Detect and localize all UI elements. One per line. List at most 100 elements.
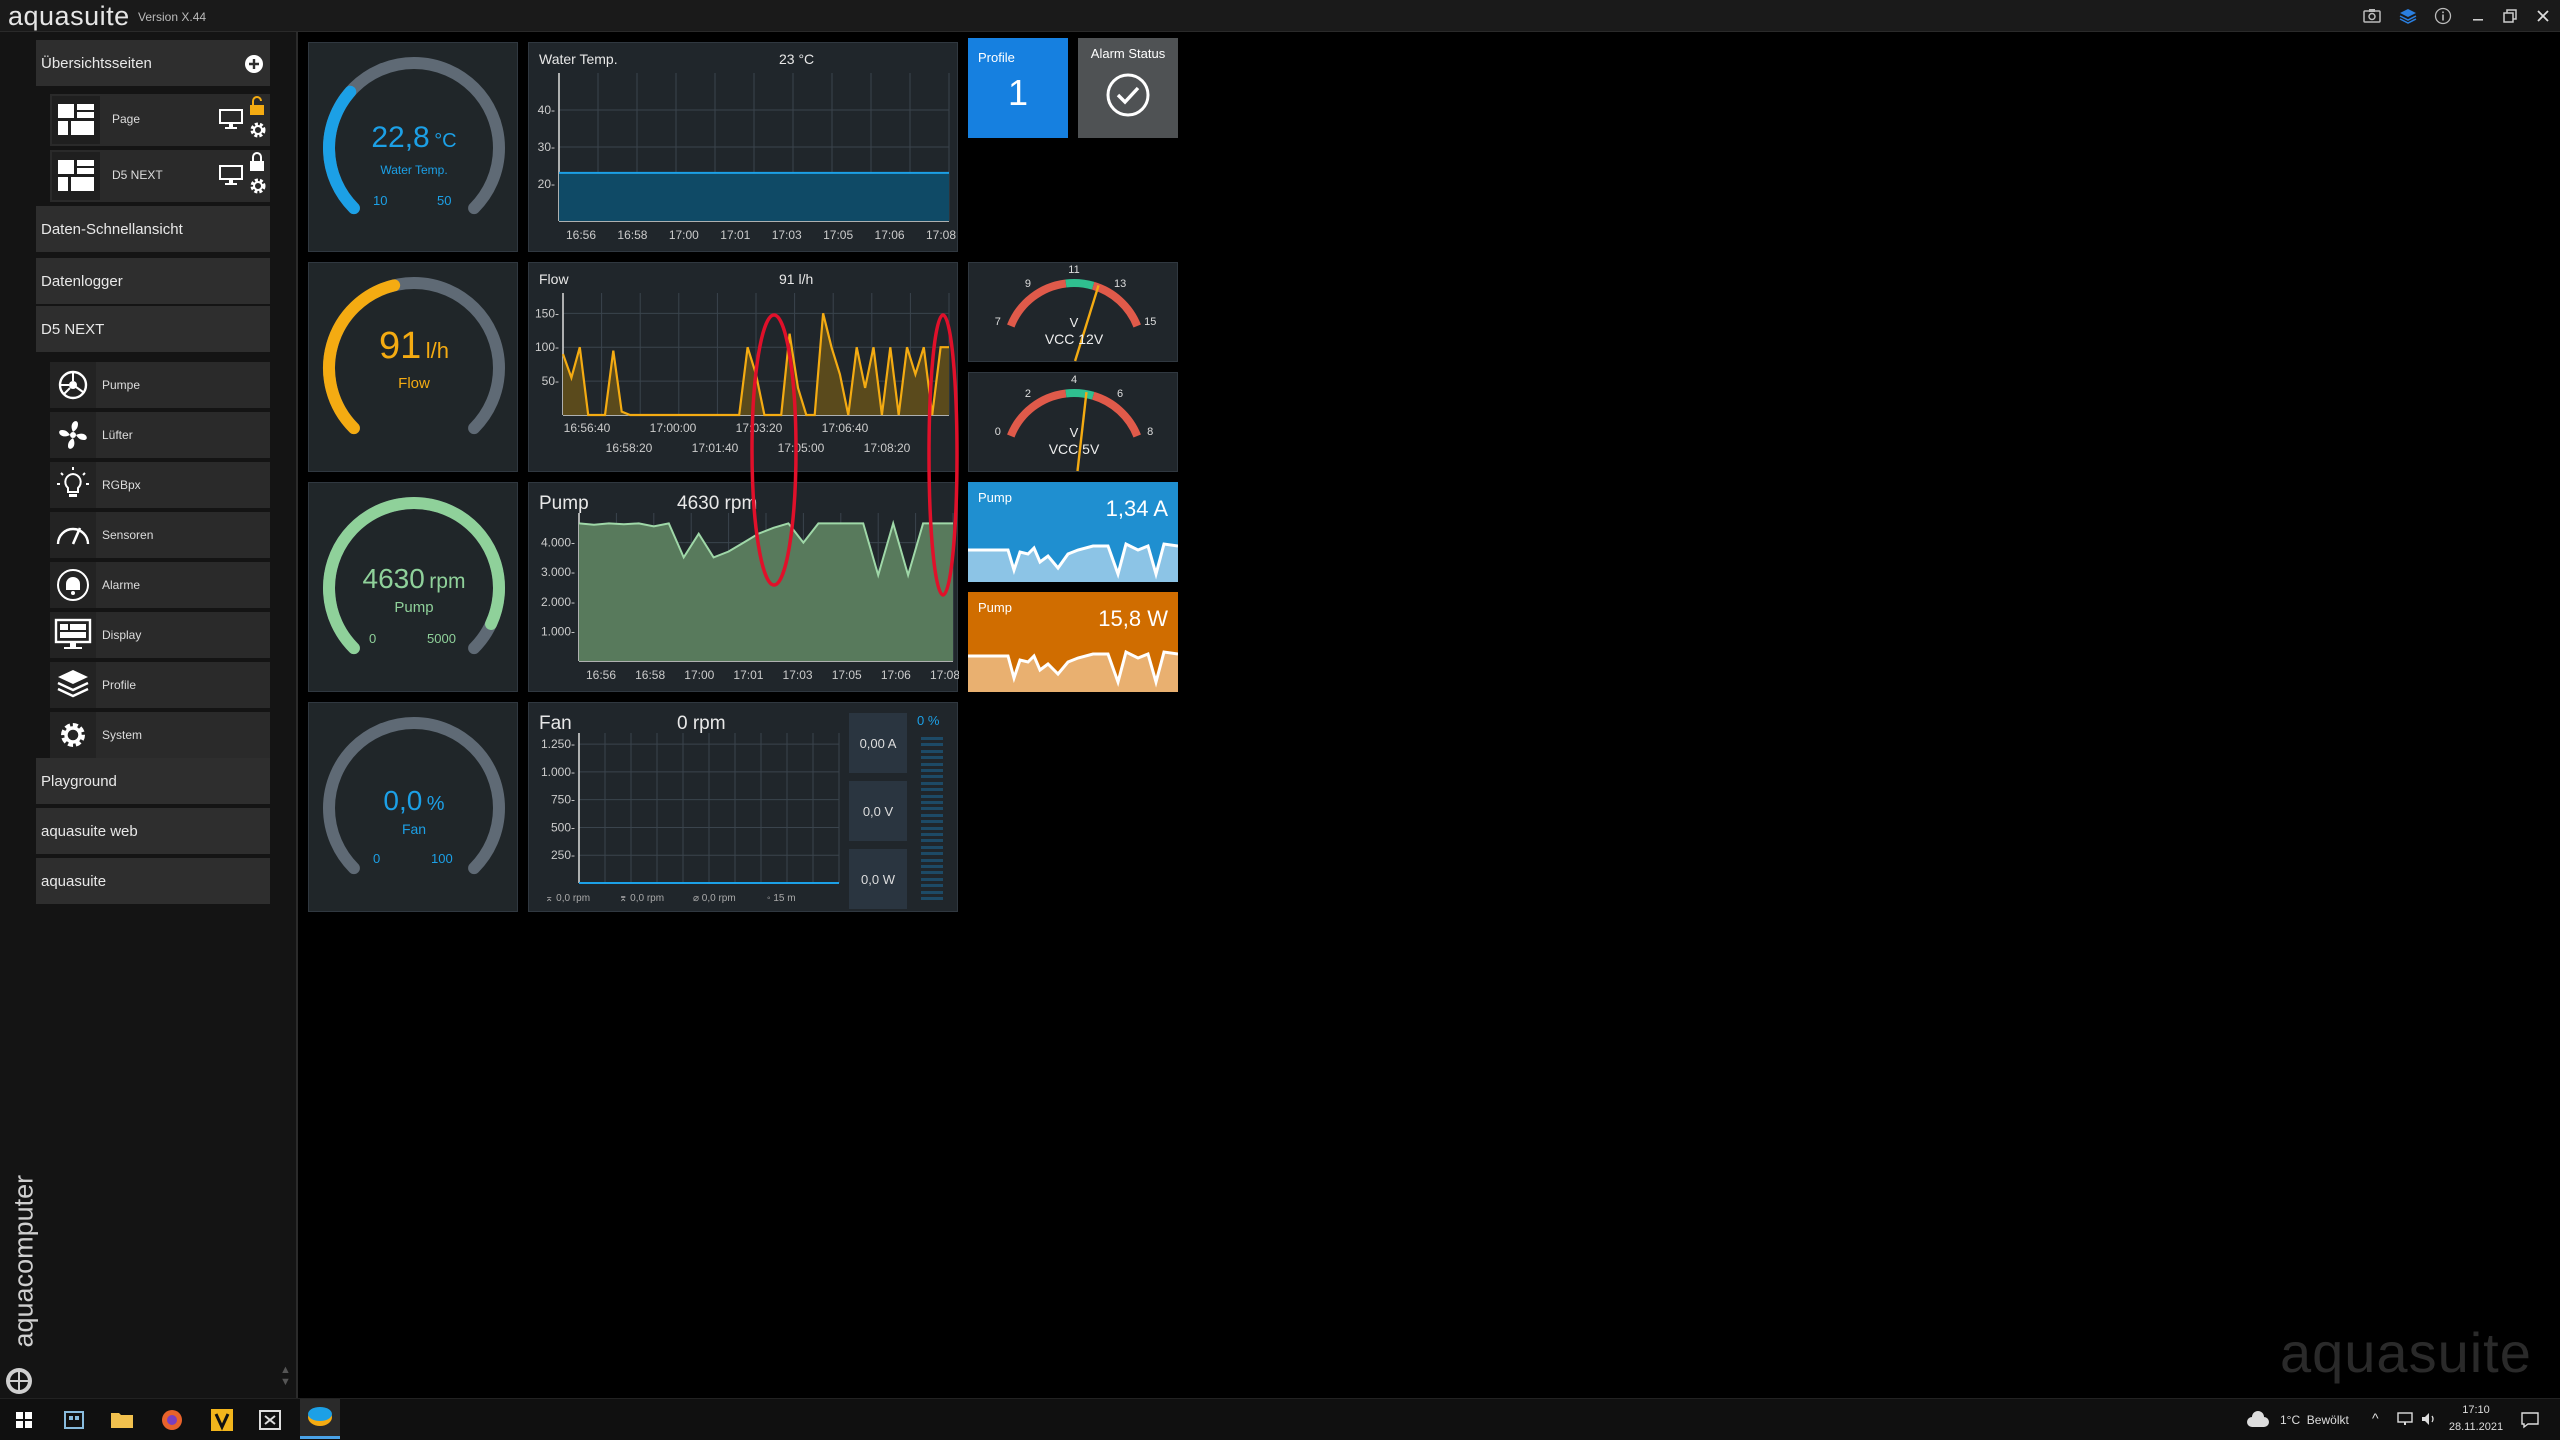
x-tick-label: 17:01	[733, 668, 763, 682]
datalogger-label: Datenlogger	[41, 272, 123, 290]
playground-item[interactable]: Playground	[36, 758, 270, 804]
voltmeter-tick-label: 11	[1068, 264, 1079, 276]
lock-closed-icon[interactable]	[248, 152, 266, 177]
quick-view-item[interactable]: Daten-Schnellansicht	[36, 206, 270, 252]
network-icon[interactable]	[2396, 1411, 2416, 1427]
app-name: aquasuite	[8, 1, 130, 31]
sensor-gauge-icon	[50, 512, 96, 558]
app-version: Version X.44	[138, 10, 207, 24]
sidebar-item-label: Sensoren	[102, 528, 154, 542]
settings-gear-icon[interactable]	[248, 176, 268, 201]
vcc5-voltmeter-tile[interactable]: 02468 V VCC 5V	[968, 372, 1178, 472]
flow-gauge-tile[interactable]: 91 l/h Flow	[308, 262, 518, 472]
camera-icon[interactable]	[2362, 6, 2382, 26]
aquasuite-item[interactable]: aquasuite	[36, 858, 270, 904]
datalogger-item[interactable]: Datenlogger	[36, 258, 270, 304]
page-layout-icon	[52, 152, 100, 200]
fan-bar-segment	[921, 884, 943, 888]
fan-percent-label: 0 %	[917, 713, 940, 728]
volume-icon[interactable]	[2420, 1411, 2440, 1427]
sidebar-item-label: Pumpe	[102, 378, 141, 392]
alarm-status-tile[interactable]: Alarm Status	[1078, 38, 1178, 138]
sidebar-item-pumpe[interactable]: Pumpe	[50, 362, 270, 408]
sidebar-item-label: Lüfter	[102, 428, 133, 442]
pump-current-tile[interactable]: Pump 1,34 A	[968, 482, 1178, 582]
taskbar-time[interactable]: 17:10	[2450, 1404, 2502, 1416]
aquasuite-web-item[interactable]: aquasuite web	[36, 808, 270, 854]
profile-number: 1	[1007, 72, 1029, 113]
layers-icon	[50, 662, 96, 708]
settings-gear-icon[interactable]	[248, 120, 268, 145]
notification-icon[interactable]	[2520, 1411, 2540, 1429]
overview-pages-title: Übersichtsseiten	[41, 54, 152, 72]
start-icon[interactable]	[10, 1407, 38, 1433]
profile-tile[interactable]: Profile 1	[968, 38, 1068, 138]
gauge-max: 100	[431, 851, 453, 866]
app-v-icon[interactable]	[208, 1407, 236, 1433]
gauge-value: 22,8 °C	[309, 121, 519, 155]
voltmeter-zone	[1065, 279, 1095, 290]
fan-chart-tile[interactable]: Fan 0 rpm 1.250- 1.000- 750- 500- 250- ⌅ 0,0…	[528, 702, 958, 912]
sidebar-item-system[interactable]: System	[50, 712, 270, 758]
sidebar-item-l-fter[interactable]: Lüfter	[50, 412, 270, 458]
minimize-icon[interactable]	[2468, 6, 2488, 26]
vcc12-voltmeter-tile[interactable]: 7 9 11 13 15 V VCC 12V	[968, 262, 1178, 362]
layers-icon[interactable]	[2398, 6, 2418, 26]
sidebar-item-alarme[interactable]: Alarme	[50, 562, 270, 608]
sidebar-item-sensoren[interactable]: Sensoren	[50, 512, 270, 558]
aquasuite-web-label: aquasuite web	[41, 822, 138, 840]
page-item-d5next[interactable]: D5 NEXT	[50, 150, 270, 202]
alarm-bell-icon	[50, 562, 96, 608]
weather-text[interactable]: 1°C Bewölkt	[2280, 1413, 2349, 1427]
y-tick-label: 100-	[535, 340, 559, 354]
fan-bar-segment	[921, 743, 943, 747]
fan-current-readout: 0,00 A	[849, 713, 907, 773]
sidebar-item-display[interactable]: Display	[50, 612, 270, 658]
x-tick-label: 17:00	[684, 668, 714, 682]
x-tick-label: 16:56	[586, 668, 616, 682]
pump-gauge-tile[interactable]: 4630 rpm Pump 0 5000	[308, 482, 518, 692]
tray-chevron-icon[interactable]: ^	[2372, 1410, 2379, 1426]
gauge-value-number: 91	[379, 325, 422, 367]
y-tick-label: 250-	[551, 848, 575, 862]
gauge-max: 5000	[427, 631, 456, 646]
monitor-icon[interactable]	[218, 108, 244, 135]
firefox-icon[interactable]	[158, 1407, 186, 1433]
fan-bar-segment	[921, 756, 943, 760]
task-view-icon[interactable]	[60, 1407, 88, 1433]
pump-power-tile[interactable]: Pump 15,8 W	[968, 592, 1178, 692]
file-explorer-icon[interactable]	[108, 1407, 136, 1433]
vcc5-voltmeter: 02468	[995, 374, 1153, 472]
info-icon[interactable]	[2433, 6, 2453, 26]
y-tick-label: 50-	[542, 374, 559, 388]
add-page-icon[interactable]	[244, 54, 264, 78]
taskbar-date[interactable]: 28.11.2021	[2446, 1421, 2506, 1433]
lock-open-icon[interactable]	[248, 96, 266, 121]
sidebar-item-rgbpx[interactable]: RGBpx	[50, 462, 270, 508]
x-tick-label: 17:08	[926, 228, 956, 242]
monitor-icon[interactable]	[218, 164, 244, 191]
fan-bar-segment	[921, 775, 943, 779]
water-temp-chart-tile[interactable]: Water Temp. 23 °C 40- 30- 20- 16:56 16:58 17:…	[528, 42, 958, 252]
restore-icon[interactable]	[2500, 6, 2520, 26]
fan-bar-segment	[921, 794, 943, 798]
close-icon[interactable]	[2533, 6, 2553, 26]
device-item[interactable]: D5 NEXT	[36, 306, 270, 352]
snipping-tool-icon[interactable]	[256, 1407, 284, 1433]
x-tick-label: 17:03	[772, 228, 802, 242]
fan-bar-segment	[921, 762, 943, 766]
gauge-value-number: 22,8	[371, 121, 430, 154]
aquasuite-taskbar-icon[interactable]	[300, 1399, 340, 1439]
fan-bar-segment	[921, 807, 943, 811]
page-item-page[interactable]: Page	[50, 94, 270, 146]
fan-gauge-tile[interactable]: 0,0 % Fan 0 100	[308, 702, 518, 912]
voltmeter-unit: V	[1069, 425, 1079, 440]
overview-pages-header[interactable]: Übersichtsseiten	[36, 40, 270, 86]
fan-bar-segment	[921, 877, 943, 881]
voltmeter-zone	[1065, 389, 1095, 400]
water-temp-gauge-tile[interactable]: 22,8 °C Water Temp. 10 50	[308, 42, 518, 252]
sidebar-item-profile[interactable]: Profile	[50, 662, 270, 708]
x-tick-label: 16:58:20	[606, 441, 653, 455]
sidebar-scroll-arrows[interactable]: ▲ ▼	[280, 1364, 291, 1388]
pump-current-sparkline	[968, 541, 1178, 582]
